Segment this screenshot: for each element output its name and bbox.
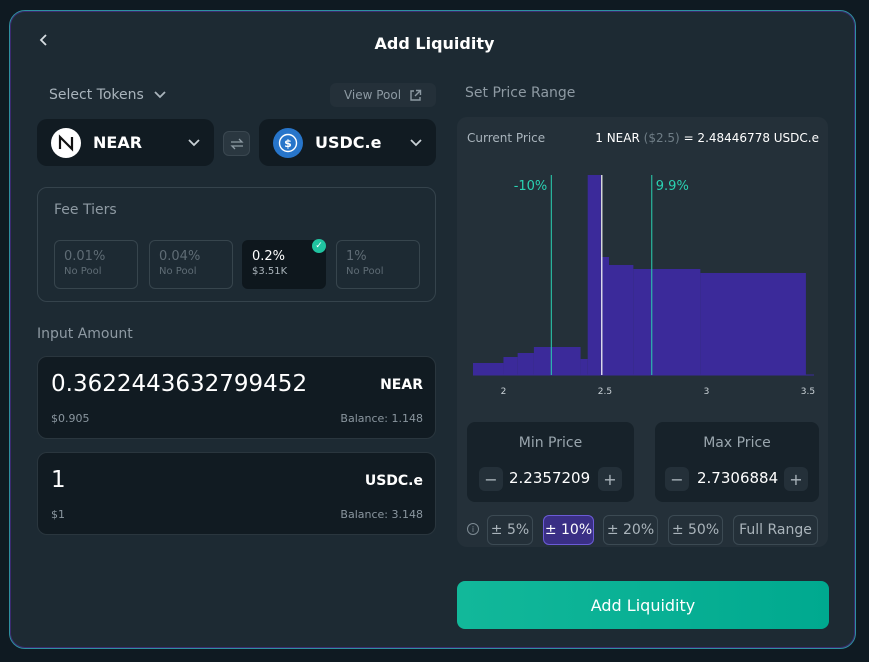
- x-tick-label: 2: [501, 387, 507, 397]
- liquidity-bar: [633, 269, 701, 375]
- fee-tier-status: $3.51K: [252, 266, 288, 277]
- liquidity-bar: [533, 347, 581, 375]
- token-a-selector[interactable]: NEAR: [37, 119, 214, 166]
- amount-b-usd: $1: [51, 508, 65, 521]
- full-range-button[interactable]: Full Range: [733, 515, 818, 545]
- current-price-base: 1 NEAR: [595, 131, 640, 145]
- current-price-label: Current Price: [467, 131, 546, 145]
- chevron-down-icon: [188, 138, 200, 146]
- select-tokens-label: Select Tokens: [49, 87, 144, 103]
- min-price-increase-button[interactable]: +: [598, 467, 622, 491]
- amount-b-balance[interactable]: Balance: 3.148: [340, 508, 423, 521]
- x-tick-label: 3: [704, 387, 710, 397]
- liquidity-bar: [609, 265, 634, 375]
- amount-b-token: USDC.e: [364, 473, 423, 489]
- input-amount-label: Input Amount: [37, 326, 133, 342]
- liquidity-bar: [503, 357, 518, 375]
- info-icon[interactable]: i: [467, 523, 479, 535]
- swap-icon: [229, 138, 244, 149]
- max-price-input[interactable]: 2.7306884: [697, 469, 779, 487]
- liquidity-bar: [700, 273, 806, 375]
- amount-a-usd: $0.905: [51, 412, 90, 425]
- max-price-box: Max Price − 2.7306884 +: [655, 422, 819, 502]
- near-logo-icon: [51, 127, 81, 158]
- set-price-range-label: Set Price Range: [465, 85, 576, 101]
- min-price-label: Min Price: [518, 435, 583, 451]
- amount-a-balance[interactable]: Balance: 1.148: [340, 412, 423, 425]
- fee-tier-option[interactable]: 0.04% No Pool: [149, 240, 233, 289]
- x-tick-label: 2.5: [598, 387, 612, 397]
- chevron-down-icon: [410, 138, 422, 146]
- max-percent-label: 9.9%: [656, 179, 689, 194]
- amount-a-value[interactable]: 0.3622443632799452: [51, 371, 307, 397]
- fee-tier-percent: 1%: [346, 249, 367, 264]
- add-liquidity-button[interactable]: Add Liquidity: [457, 581, 829, 629]
- max-price-increase-button[interactable]: +: [784, 467, 808, 491]
- range-20-button[interactable]: ± 20%: [603, 515, 658, 545]
- fee-tier-option[interactable]: 1% No Pool: [336, 240, 420, 289]
- current-price-value: 1 NEAR ($2.5) = 2.48446778 USDC.e: [595, 131, 819, 145]
- token-a-symbol: NEAR: [93, 133, 143, 152]
- usdc-logo-icon: $: [273, 127, 303, 158]
- min-percent-label: -10%: [514, 179, 548, 194]
- range-50-button[interactable]: ± 50%: [668, 515, 723, 545]
- select-tokens-dropdown[interactable]: Select Tokens: [49, 87, 166, 103]
- x-tick-label: 3.5: [801, 387, 815, 397]
- liquidity-bar: [517, 353, 534, 375]
- fee-tier-percent: 0.01%: [64, 249, 106, 264]
- current-price-quote: = 2.48446778 USDC.e: [683, 131, 819, 145]
- fee-tier-status: No Pool: [159, 266, 197, 277]
- amount-input-a[interactable]: 0.3622443632799452 NEAR $0.905 Balance: …: [37, 356, 436, 439]
- max-price-label: Max Price: [703, 435, 771, 451]
- external-link-icon: [410, 89, 422, 101]
- min-price-input[interactable]: 2.2357209: [509, 469, 591, 487]
- min-price-box: Min Price − 2.2357209 +: [467, 422, 634, 502]
- fee-tiers-title: Fee Tiers: [54, 202, 117, 218]
- svg-text:$: $: [284, 137, 292, 150]
- page-title: Add Liquidity: [374, 34, 495, 53]
- liquidity-chart[interactable]: 2 2.5 3 3.5 -10% 9.9%: [457, 160, 828, 405]
- fee-tier-option-selected[interactable]: 0.2% $3.51K ✓: [242, 239, 326, 289]
- token-b-symbol: USDC.e: [315, 133, 382, 152]
- amount-b-value[interactable]: 1: [51, 467, 66, 493]
- range-10-button[interactable]: ± 10%: [543, 515, 594, 545]
- range-5-button[interactable]: ± 5%: [487, 515, 533, 545]
- max-price-decrease-button[interactable]: −: [665, 467, 689, 491]
- check-icon: ✓: [312, 239, 326, 253]
- liquidity-bar: [602, 257, 610, 375]
- amount-a-token: NEAR: [380, 377, 423, 393]
- liquidity-bar: [580, 359, 588, 375]
- current-price-usd: ($2.5): [643, 131, 680, 145]
- view-pool-button[interactable]: View Pool: [330, 83, 436, 107]
- view-pool-label: View Pool: [343, 88, 402, 102]
- fee-tier-option[interactable]: 0.01% No Pool: [54, 240, 138, 289]
- chevron-down-icon: [154, 91, 166, 99]
- liquidity-bar: [587, 175, 601, 375]
- min-price-decrease-button[interactable]: −: [479, 467, 503, 491]
- liquidity-bar: [473, 363, 504, 375]
- token-b-selector[interactable]: $ USDC.e: [259, 119, 436, 166]
- swap-tokens-button[interactable]: [223, 131, 250, 156]
- fee-tier-percent: 0.2%: [252, 249, 286, 264]
- fee-tier-status: No Pool: [64, 266, 102, 277]
- amount-input-b[interactable]: 1 USDC.e $1 Balance: 3.148: [37, 452, 436, 535]
- fee-tier-status: No Pool: [346, 266, 384, 277]
- fee-tier-percent: 0.04%: [159, 249, 201, 264]
